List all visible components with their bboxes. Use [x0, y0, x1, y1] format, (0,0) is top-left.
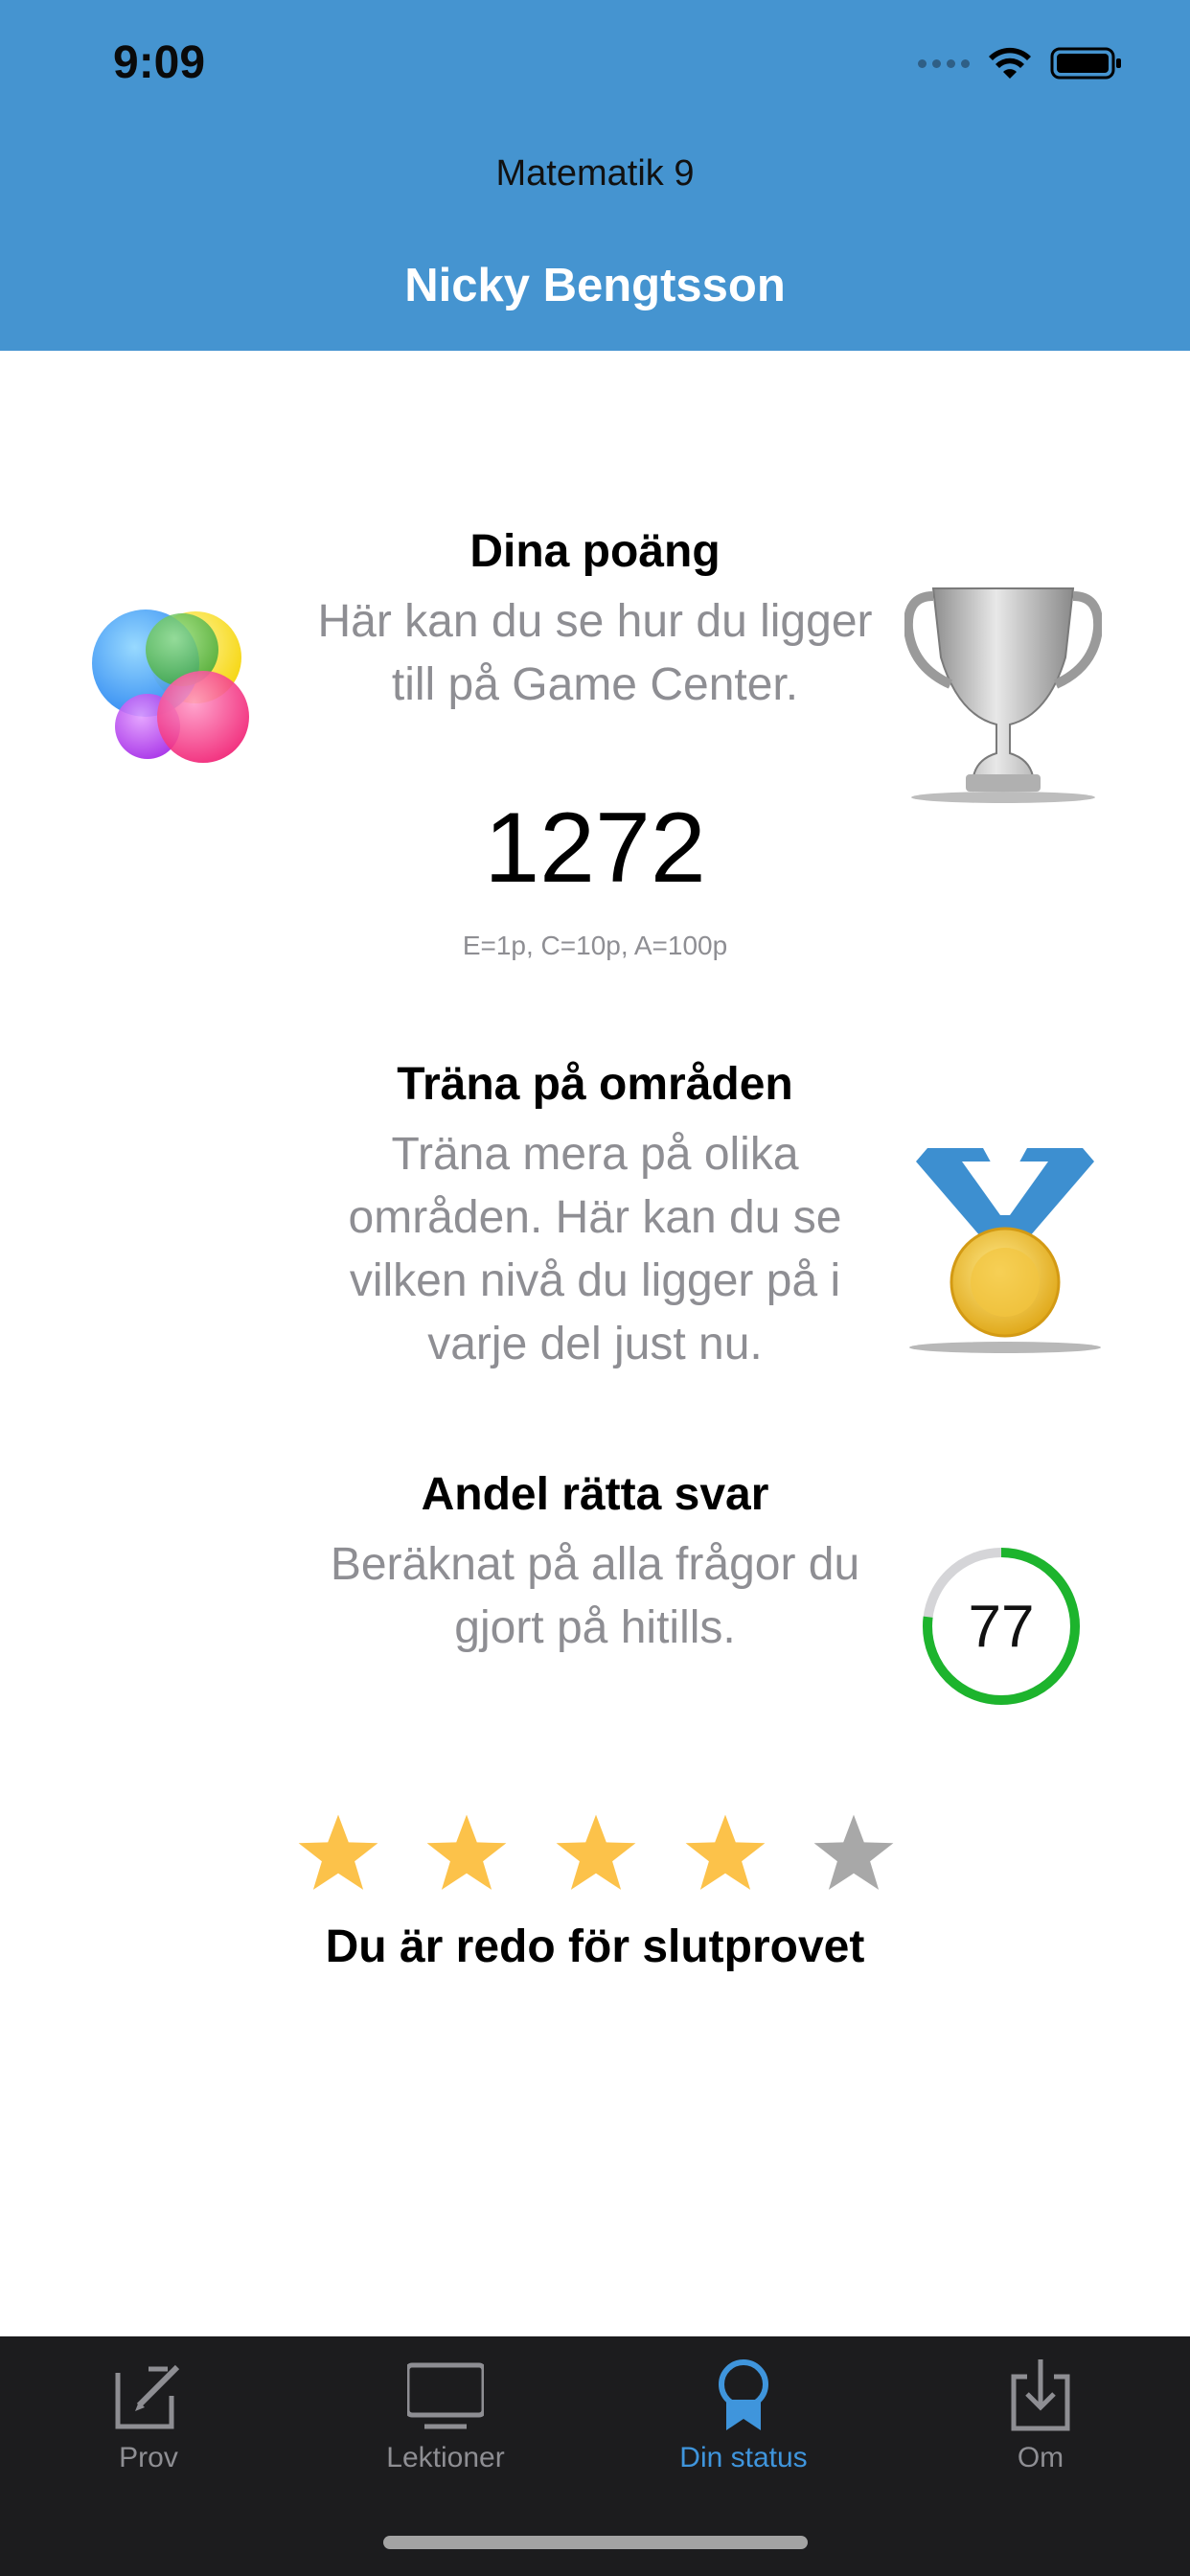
download-icon — [1011, 2359, 1070, 2431]
status-icons — [918, 44, 1123, 82]
course-subtitle: Matematik 9 — [495, 153, 695, 194]
star-icon — [298, 1814, 378, 1890]
areas-description: Träna mera på olika områden. Här kan du … — [348, 1129, 842, 1369]
trophy-icon[interactable] — [903, 571, 1104, 807]
rating-stars — [287, 1811, 901, 1898]
correct-description: Beräknat på alla frågor du gjort på hiti… — [330, 1539, 860, 1653]
page-title: Nicky Bengtsson — [404, 260, 786, 311]
status-time: 9:09 — [113, 37, 206, 88]
tv-icon — [407, 2362, 484, 2429]
tab-om[interactable]: Om — [892, 2358, 1189, 2473]
tab-din-status[interactable]: Din status — [595, 2358, 892, 2473]
points-description: Här kan du se hur du ligger till på Game… — [317, 596, 873, 710]
battery-icon — [1050, 47, 1121, 80]
correct-value: 77 — [968, 1593, 1035, 1660]
tab-label: Lektioner — [386, 2442, 505, 2473]
points-title: Dina poäng — [469, 526, 721, 577]
correct-title: Andel rätta svar — [421, 1469, 769, 1520]
points-value: 1272 — [484, 793, 706, 904]
areas-title: Träna på områden — [397, 1059, 793, 1110]
tab-label: Din status — [679, 2442, 808, 2473]
points-legend: E=1p, C=10p, A=100p — [462, 931, 728, 960]
star-icon — [426, 1814, 507, 1890]
home-indicator[interactable] — [383, 2536, 808, 2549]
tab-prov[interactable]: Prov — [0, 2358, 297, 2473]
star-icon — [556, 1814, 636, 1890]
signal-dots-icon — [918, 58, 970, 68]
tab-lektioner[interactable]: Lektioner — [297, 2358, 594, 2473]
medal-icon[interactable] — [906, 1138, 1104, 1359]
star-icon — [685, 1814, 766, 1890]
edit-icon — [115, 2364, 180, 2429]
readiness-message: Du är redo för slutprovet — [325, 1921, 865, 1972]
game-center-icon[interactable] — [88, 598, 261, 770]
ribbon-icon — [719, 2359, 768, 2430]
tab-label: Prov — [119, 2442, 178, 2473]
header: 9:09 Matematik 9 Nicky Bengtsson — [0, 0, 1190, 351]
tab-label: Om — [1017, 2442, 1064, 2473]
wifi-icon — [989, 47, 1031, 79]
star-icon — [813, 1814, 894, 1890]
